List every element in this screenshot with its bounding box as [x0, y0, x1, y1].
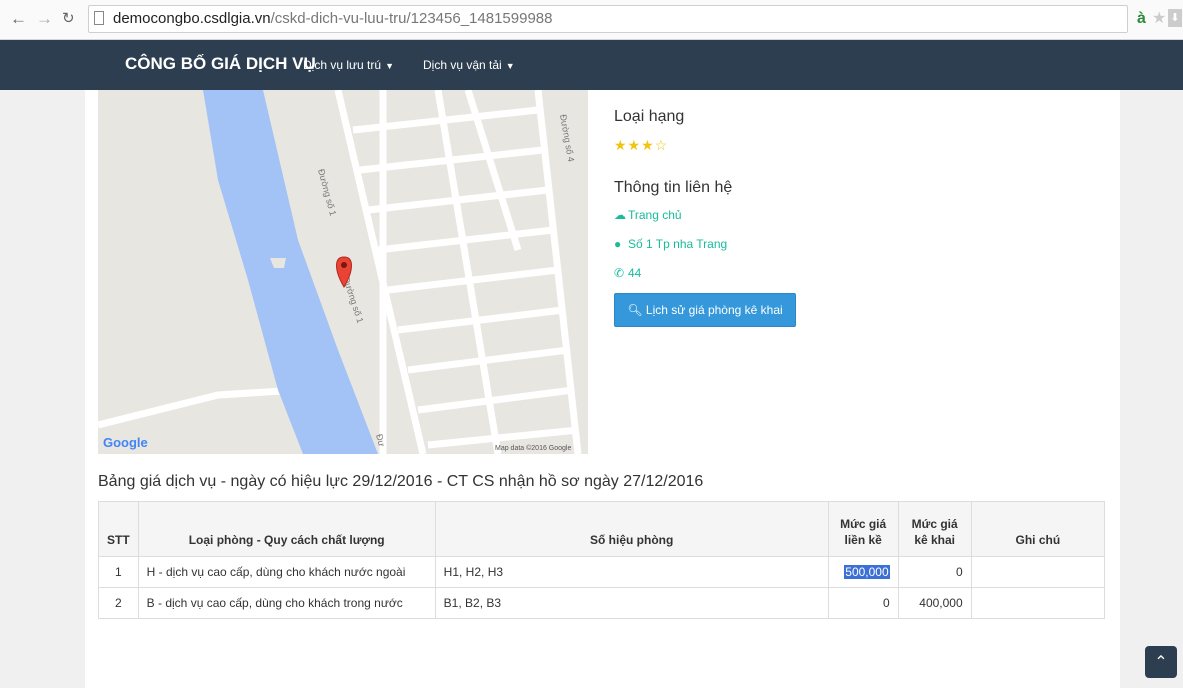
rank-title: Loại hạng: [614, 108, 685, 125]
cell-room-numbers: H1, H2, H3: [434, 556, 829, 588]
nav-accommodation-dropdown[interactable]: Dịch vụ lưu trú ▼: [303, 57, 394, 74]
table-row: 1 H - dịch vụ cao cấp, dùng cho khách nư…: [98, 556, 1106, 588]
contact-title: Thông tin liên hệ: [614, 179, 733, 196]
google-logo: Google: [103, 435, 148, 450]
selected-text[interactable]: 500,000: [844, 565, 890, 579]
address-bar[interactable]: democongbo.csdlgia.vn/cskd-dich-vu-luu-t…: [88, 5, 1128, 33]
price-table-heading: Bảng giá dịch vụ - ngày có hiệu lực 29/1…: [98, 473, 704, 490]
chevron-up-icon: ⌃: [1154, 654, 1168, 671]
menu-icon[interactable]: ⬇: [1168, 9, 1182, 27]
cell-notes: [970, 556, 1106, 588]
url-path: /cskd-dich-vu-luu-tru/123456_1481599988: [270, 10, 553, 27]
col-adjacent-price: Mức giá liền kề: [827, 501, 899, 557]
address-label: Số 1 Tp nha Trang: [628, 237, 728, 251]
table-header-row: STT Loại phòng - Quy cách chất lượng Số …: [98, 501, 1106, 557]
bookmark-star-icon[interactable]: ★: [1152, 9, 1166, 29]
cell-declared-price: 0: [897, 556, 972, 588]
col-declared-price-line1: Mức giá: [911, 517, 958, 531]
back-arrow-icon[interactable]: ←: [10, 9, 27, 29]
forward-arrow-icon[interactable]: →: [36, 9, 53, 29]
cell-stt: 1: [98, 556, 139, 588]
col-declared-price-line2: kê khai: [914, 533, 956, 547]
col-room-type: Loại phòng - Quy cách chất lượng: [137, 501, 436, 557]
nav-item-label: Dịch vụ vận tải: [423, 58, 502, 72]
nav-transport-dropdown[interactable]: Dịch vụ vận tải ▼: [423, 57, 515, 74]
phone-label: 44: [628, 266, 642, 280]
location-map[interactable]: Đường số 1 Đường số 1 Đường số 4 Đư Goog…: [98, 90, 588, 454]
col-room-numbers: Số hiệu phòng: [434, 501, 829, 557]
cell-stt: 2: [98, 587, 139, 619]
page-icon: [94, 11, 104, 25]
price-history-label: Lịch sử giá phòng kê khai: [645, 303, 783, 317]
star-rating: ★★★☆: [614, 137, 669, 153]
url-host: democongbo.csdlgia.vn: [113, 10, 271, 27]
nav-item-label: Dịch vụ lưu trú: [303, 58, 382, 72]
table-row: 2 B - dịch vụ cao cấp, dùng cho khách tr…: [98, 587, 1106, 619]
col-notes: Ghi chú: [970, 501, 1106, 557]
map-attribution[interactable]: Map data ©2016 Google: [495, 444, 571, 452]
cell-notes: [970, 587, 1106, 619]
cell-room-numbers: B1, B2, B3: [434, 587, 829, 619]
col-adjacent-price-line2: liền kề: [844, 533, 882, 547]
price-table: STT Loại phòng - Quy cách chất lượng Số …: [98, 501, 1106, 619]
brand-title[interactable]: CÔNG BỐ GIÁ DỊCH VỤ: [125, 54, 316, 74]
cloud-upload-icon: ☁: [614, 208, 626, 222]
col-stt: STT: [98, 501, 139, 557]
phone-icon: ✆: [614, 266, 625, 280]
map-marker-small-icon: ●: [614, 237, 622, 251]
cell-declared-price: 400,000: [897, 587, 972, 619]
top-navbar: CÔNG BỐ GIÁ DỊCH VỤ Dịch vụ lưu trú ▼ Dịc…: [0, 40, 1183, 90]
map-canvas: Đường số 1 Đường số 1 Đường số 4 Đư Goog…: [98, 90, 588, 454]
homepage-link[interactable]: ☁ Trang chủ: [614, 207, 682, 223]
phone-text: ✆ 44: [614, 265, 641, 281]
cell-room-type: H - dịch vụ cao cấp, dùng cho khách nước…: [137, 556, 436, 588]
reload-icon[interactable]: ↻: [62, 9, 75, 29]
price-history-button[interactable]: 🔍︎ Lịch sử giá phòng kê khai: [614, 293, 796, 327]
scroll-to-top-button[interactable]: ⌃: [1145, 646, 1177, 678]
cell-adjacent-price: 500,000: [827, 556, 899, 588]
browser-toolbar: ← → ↻ democongbo.csdlgia.vn/cskd-dich-vu…: [0, 0, 1183, 40]
caret-down-icon: ▼: [505, 61, 515, 71]
col-adjacent-price-line1: Mức giá: [840, 517, 887, 531]
search-icon: 🔍︎: [627, 303, 643, 317]
caret-down-icon: ▼: [385, 61, 394, 71]
homepage-label: Trang chủ: [628, 208, 682, 222]
col-declared-price: Mức giá kê khai: [897, 501, 972, 557]
content-panel: Đường số 1 Đường số 1 Đường số 4 Đư Goog…: [85, 90, 1120, 688]
extension-icon[interactable]: à: [1137, 9, 1146, 29]
address-text: ● Số 1 Tp nha Trang: [614, 236, 727, 252]
cell-room-type: B - dịch vụ cao cấp, dùng cho khách tron…: [137, 587, 436, 619]
cell-adjacent-price: 0: [827, 587, 899, 619]
